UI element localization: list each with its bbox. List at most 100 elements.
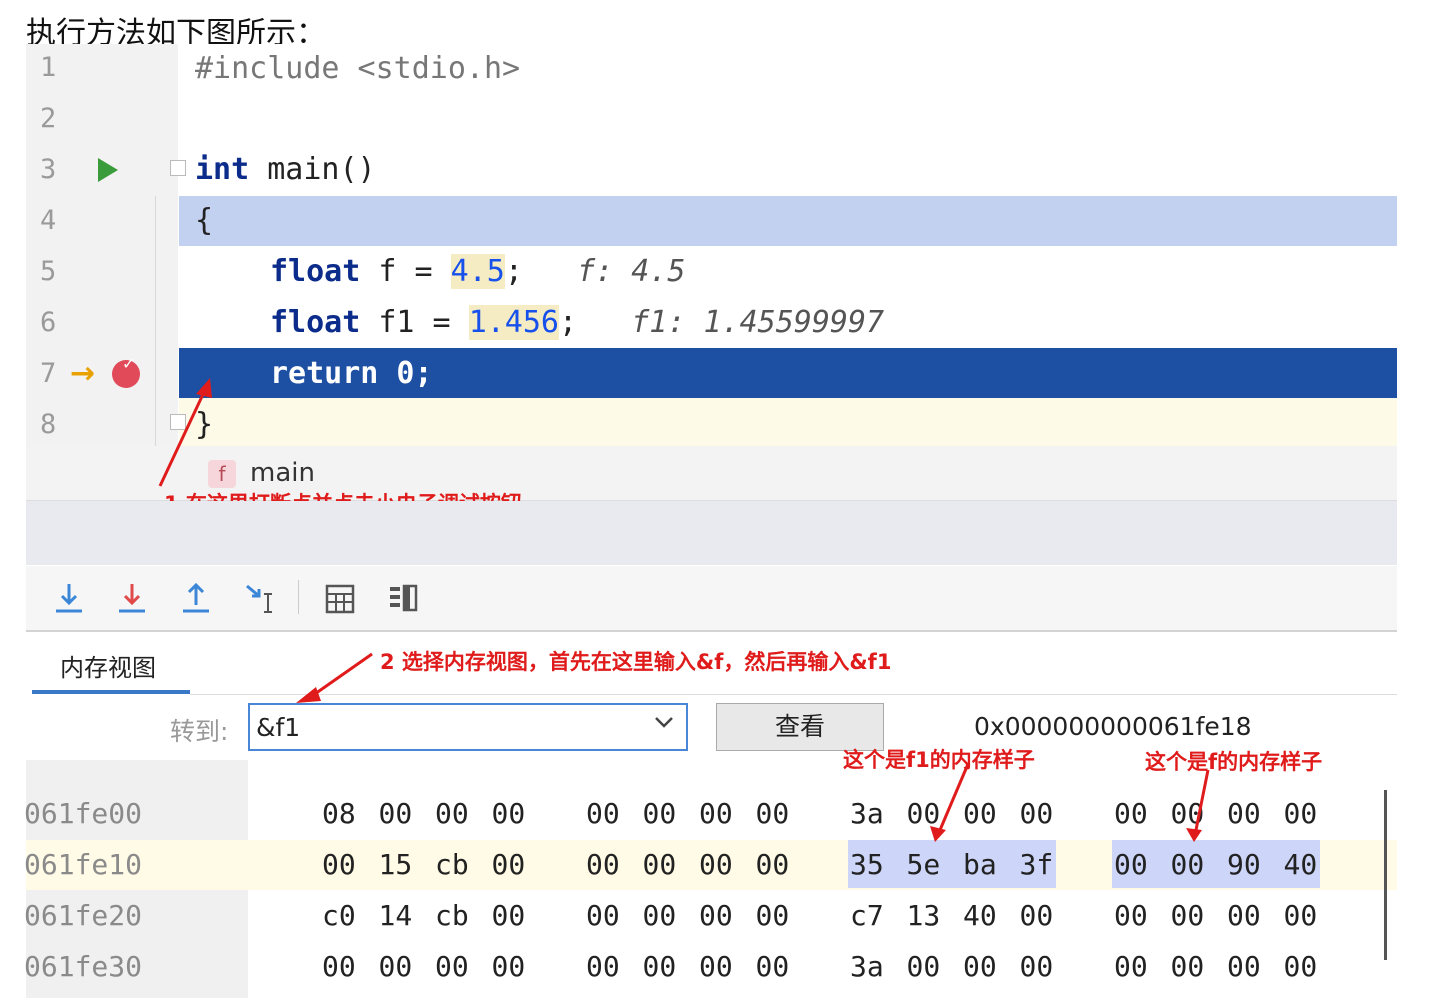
tab-active-indicator bbox=[32, 690, 190, 694]
line-number: 7 bbox=[40, 358, 57, 389]
memory-byte[interactable]: 00 bbox=[1171, 797, 1205, 830]
memory-byte[interactable]: 15 bbox=[379, 848, 413, 881]
memory-byte[interactable]: 00 bbox=[756, 899, 790, 932]
breadcrumb-main[interactable]: main bbox=[250, 458, 315, 488]
memory-byte[interactable]: 00 bbox=[699, 899, 733, 932]
run-to-cursor-icon[interactable] bbox=[243, 580, 275, 616]
memory-byte[interactable]: 00 bbox=[1227, 899, 1261, 932]
goto-label: 转到: bbox=[170, 717, 229, 746]
memory-byte[interactable]: 00 bbox=[907, 797, 941, 830]
code-line-8: } bbox=[195, 407, 214, 442]
memory-byte[interactable]: 14 bbox=[379, 899, 413, 932]
memory-byte[interactable]: 00 bbox=[586, 950, 620, 983]
code-line-3: int main() bbox=[195, 145, 376, 195]
inline-value-hint: f: 4.5 bbox=[577, 254, 686, 289]
memory-byte[interactable]: 00 bbox=[963, 797, 997, 830]
run-gutter-icon[interactable] bbox=[98, 158, 118, 182]
memory-byte[interactable]: 00 bbox=[435, 950, 469, 983]
memory-byte[interactable]: 00 bbox=[435, 797, 469, 830]
memory-byte[interactable]: 00 bbox=[756, 950, 790, 983]
memory-byte[interactable]: 35 bbox=[850, 848, 884, 881]
memory-byte[interactable]: 00 bbox=[1114, 950, 1148, 983]
line-number: 3 bbox=[40, 154, 57, 185]
memory-byte[interactable]: 00 bbox=[322, 950, 356, 983]
scrollbar[interactable] bbox=[1384, 790, 1387, 960]
memory-byte[interactable]: 00 bbox=[1020, 950, 1054, 983]
memory-byte[interactable]: 00 bbox=[379, 950, 413, 983]
memory-byte[interactable]: 00 bbox=[643, 899, 677, 932]
memory-byte[interactable]: 00 bbox=[1020, 899, 1054, 932]
goto-address-input[interactable] bbox=[248, 703, 688, 751]
memory-byte[interactable]: 00 bbox=[1114, 848, 1148, 881]
memory-byte[interactable]: 3a bbox=[850, 950, 884, 983]
memory-byte[interactable]: 00 bbox=[1020, 797, 1054, 830]
memory-byte[interactable]: 08 bbox=[322, 797, 356, 830]
memory-byte[interactable]: 00 bbox=[756, 797, 790, 830]
memory-byte[interactable]: 00 bbox=[756, 848, 790, 881]
memory-row-address: 061fe10 bbox=[24, 848, 143, 881]
fold-icon[interactable] bbox=[170, 160, 186, 176]
code-line-4: { bbox=[195, 203, 214, 238]
chevron-down-icon[interactable] bbox=[652, 712, 676, 732]
code-text: f1 = bbox=[360, 305, 469, 340]
memory-byte[interactable]: 00 bbox=[1227, 950, 1261, 983]
goto-address-value[interactable]: &f1 bbox=[256, 713, 300, 742]
step-out-icon[interactable] bbox=[180, 580, 212, 616]
evaluate-icon[interactable] bbox=[324, 580, 356, 616]
tab-memory-view[interactable]: 内存视图 bbox=[60, 648, 156, 683]
memory-byte[interactable]: c7 bbox=[850, 899, 884, 932]
frames-icon[interactable] bbox=[387, 580, 419, 616]
step-over-icon[interactable] bbox=[53, 580, 85, 616]
memory-byte[interactable]: 00 bbox=[1114, 899, 1148, 932]
line-number: 1 bbox=[40, 52, 57, 83]
memory-byte[interactable]: cb bbox=[435, 899, 469, 932]
code-line-7: return 0; bbox=[270, 356, 433, 391]
memory-byte[interactable]: ba bbox=[963, 848, 997, 881]
memory-byte[interactable]: 00 bbox=[586, 899, 620, 932]
arrow-head bbox=[296, 687, 321, 703]
memory-byte[interactable]: 00 bbox=[492, 899, 526, 932]
code-text: main() bbox=[249, 152, 376, 187]
numeric-literal: 1.456 bbox=[468, 305, 559, 340]
memory-byte[interactable]: 00 bbox=[1171, 899, 1205, 932]
memory-byte[interactable]: 00 bbox=[643, 950, 677, 983]
memory-byte[interactable]: 13 bbox=[907, 899, 941, 932]
memory-byte[interactable]: 00 bbox=[586, 848, 620, 881]
memory-byte[interactable]: 00 bbox=[1284, 797, 1318, 830]
memory-byte[interactable]: 00 bbox=[586, 797, 620, 830]
memory-byte[interactable]: 00 bbox=[492, 797, 526, 830]
memory-byte[interactable]: c0 bbox=[322, 899, 356, 932]
memory-byte[interactable]: 00 bbox=[643, 797, 677, 830]
memory-byte[interactable]: 00 bbox=[492, 848, 526, 881]
memory-byte[interactable]: 00 bbox=[1171, 950, 1205, 983]
numeric-literal: 4.5 bbox=[450, 254, 505, 289]
inline-value-hint: f1: 1.45599997 bbox=[631, 305, 885, 340]
debug-panel-header bbox=[26, 501, 1397, 565]
code-line-5: float f = 4.5; f: 4.5 bbox=[270, 247, 685, 297]
memory-byte[interactable]: 00 bbox=[1284, 950, 1318, 983]
memory-byte[interactable]: 00 bbox=[1284, 899, 1318, 932]
memory-byte[interactable]: 00 bbox=[1114, 797, 1148, 830]
step-into-icon[interactable] bbox=[116, 580, 148, 616]
memory-byte[interactable]: 3a bbox=[850, 797, 884, 830]
memory-byte[interactable]: cb bbox=[435, 848, 469, 881]
memory-byte[interactable]: 00 bbox=[492, 950, 526, 983]
memory-byte[interactable]: 00 bbox=[643, 848, 677, 881]
memory-byte[interactable]: 00 bbox=[1171, 848, 1205, 881]
memory-byte[interactable]: 00 bbox=[907, 950, 941, 983]
annotation-step-2: 2 选择内存视图，首先在这里输入&f，然后再输入&f1 bbox=[380, 650, 892, 674]
memory-byte[interactable]: 3f bbox=[1020, 848, 1054, 881]
memory-byte[interactable]: 40 bbox=[963, 899, 997, 932]
memory-byte[interactable]: 00 bbox=[699, 848, 733, 881]
memory-byte[interactable]: 40 bbox=[1284, 848, 1318, 881]
memory-byte[interactable]: 00 bbox=[379, 797, 413, 830]
memory-byte[interactable]: 5e bbox=[907, 848, 941, 881]
fold-icon[interactable] bbox=[170, 414, 186, 430]
memory-byte[interactable]: 00 bbox=[1227, 797, 1261, 830]
memory-byte[interactable]: 00 bbox=[699, 797, 733, 830]
memory-byte[interactable]: 90 bbox=[1227, 848, 1261, 881]
memory-byte[interactable]: 00 bbox=[699, 950, 733, 983]
tab-divider bbox=[190, 694, 1397, 695]
memory-byte[interactable]: 00 bbox=[322, 848, 356, 881]
memory-byte[interactable]: 00 bbox=[963, 950, 997, 983]
